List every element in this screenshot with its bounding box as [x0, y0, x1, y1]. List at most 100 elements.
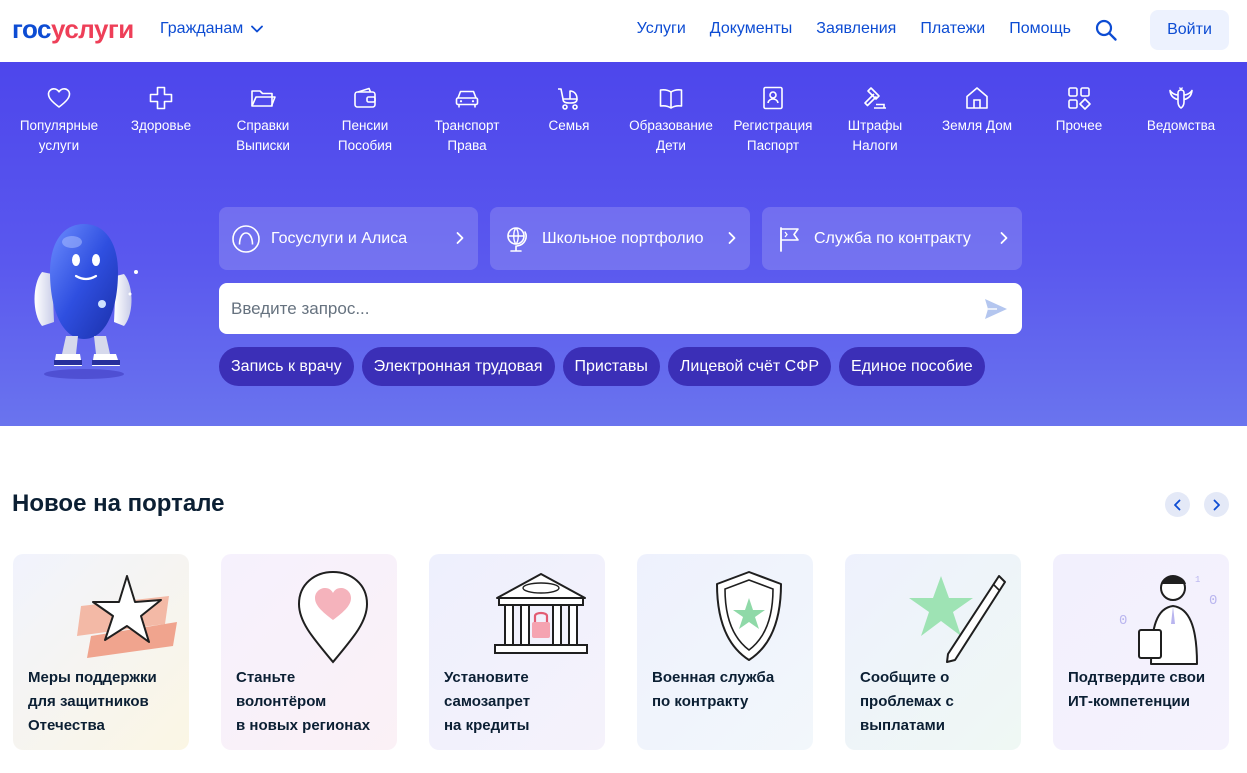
search-input[interactable] [231, 283, 971, 334]
news-card-text: Военная служба по контракту [652, 669, 775, 710]
robot-mascot-illustration [34, 224, 138, 379]
quick-link-alice[interactable]: Госуслуги и Алиса [219, 207, 478, 270]
category-label: Регистрация Паспорт [733, 118, 813, 153]
chevron-right-icon [1213, 499, 1220, 510]
category-label: Транспорт Права [434, 118, 500, 153]
category-registration[interactable]: Регистрация Паспорт [722, 84, 824, 156]
star-ribbon-icon [77, 575, 177, 658]
heart-icon [45, 84, 73, 112]
chip-doctor-appointment[interactable]: Запись к врачу [219, 347, 354, 386]
category-label: Образование Дети [629, 118, 713, 153]
nav-services[interactable]: Услуги [637, 20, 686, 38]
nav-documents[interactable]: Документы [710, 20, 792, 38]
wallet-icon [351, 84, 379, 112]
house-icon [963, 84, 991, 112]
news-card-text: Меры поддержки для защитников Отечества [28, 669, 157, 734]
it-specialist-icon: 0 0 1 [1119, 575, 1217, 665]
nav-applications[interactable]: Заявления [816, 20, 896, 38]
news-card-text: Установите самозапрет на кредиты [444, 669, 531, 734]
category-label: Прочее [1055, 118, 1103, 133]
top-nav: Услуги Документы Заявления Платежи Помощ… [637, 20, 1071, 38]
quick-link-label: Школьное портфолио [542, 229, 704, 247]
category-bar: Популярные услуги Здоровье Справки Выпис… [8, 84, 1238, 156]
grid-icon [1065, 84, 1093, 112]
popular-requests: Запись к врачу Электронная трудовая Прис… [219, 347, 985, 386]
news-card-military-contract[interactable]: Военная служба по контракту [637, 554, 813, 750]
shield-star-icon [716, 571, 782, 661]
news-card-defenders-support[interactable]: Меры поддержки для защитников Отечества [13, 554, 189, 750]
car-icon [453, 84, 481, 112]
chevron-right-icon [1000, 232, 1008, 244]
news-card-payment-problems[interactable]: Сообщите о проблемах с выплатами [845, 554, 1021, 750]
svg-text:0: 0 [1209, 593, 1217, 609]
quick-link-contract-service[interactable]: Служба по контракту [762, 207, 1022, 270]
passport-icon [759, 84, 787, 112]
category-label: Популярные услуги [19, 118, 99, 153]
chevron-right-icon [728, 232, 736, 244]
category-certificates[interactable]: Справки Выписки [212, 84, 314, 156]
nav-payments[interactable]: Платежи [920, 20, 985, 38]
nav-help[interactable]: Помощь [1009, 20, 1071, 38]
heart-pin-icon [297, 570, 369, 664]
audience-label: Гражданам [160, 20, 244, 37]
gavel-icon [861, 84, 889, 112]
category-label: Справки Выписки [236, 118, 290, 153]
news-card-credit-ban[interactable]: Установите самозапрет на кредиты [429, 554, 605, 750]
quick-link-label: Госуслуги и Алиса [271, 229, 408, 247]
carousel-prev-button[interactable] [1165, 492, 1190, 517]
category-label: Пенсии Пособия [337, 118, 393, 153]
category-popular[interactable]: Популярные услуги [8, 84, 110, 156]
chip-electronic-workbook[interactable]: Электронная трудовая [361, 347, 555, 386]
search-icon[interactable] [1094, 18, 1118, 42]
category-label: Земля Дом [942, 118, 1012, 133]
category-fines[interactable]: Штрафы Налоги [824, 84, 926, 156]
category-agencies[interactable]: Ведомства [1130, 84, 1232, 156]
category-family[interactable]: Семья [518, 84, 620, 156]
news-card-text: Подтвердите свои ИТ-компетенции [1068, 669, 1206, 710]
search-box [219, 283, 1022, 334]
category-label: Здоровье [130, 118, 192, 133]
bank-lock-icon [494, 573, 588, 654]
alice-icon [231, 224, 261, 254]
medical-cross-icon [147, 84, 175, 112]
category-label: Ведомства [1146, 118, 1216, 133]
hero-banner: Популярные услуги Здоровье Справки Выпис… [0, 62, 1247, 426]
category-education[interactable]: Образование Дети [620, 84, 722, 156]
logo-part-2: услуги [51, 14, 134, 44]
chevron-right-icon [456, 232, 464, 244]
chevron-left-icon [1174, 499, 1181, 510]
eagle-icon [1167, 84, 1195, 112]
category-land-house[interactable]: Земля Дом [926, 84, 1028, 156]
login-button[interactable]: Войти [1150, 10, 1229, 50]
stroller-icon [555, 84, 583, 112]
header: госуслуги Гражданам Услуги Документы Зая… [0, 0, 1247, 62]
chevron-down-icon [251, 25, 264, 33]
category-other[interactable]: Прочее [1028, 84, 1130, 156]
news-card-volunteer[interactable]: Станьте волонтёром в новых регионах [221, 554, 397, 750]
category-transport[interactable]: Транспорт Права [416, 84, 518, 156]
svg-text:1: 1 [1195, 575, 1200, 585]
audience-selector[interactable]: Гражданам [160, 20, 264, 38]
send-icon[interactable] [983, 296, 1009, 322]
news-card-it-competence[interactable]: 0 0 1 Подтвердите свои ИТ-компетенции [1053, 554, 1229, 750]
chip-unified-allowance[interactable]: Единое пособие [839, 347, 985, 386]
quick-link-school-portfolio[interactable]: Школьное портфолио [490, 207, 750, 270]
section-title: Новое на портале [12, 490, 225, 517]
carousel-next-button[interactable] [1204, 492, 1229, 517]
chip-bailiffs[interactable]: Приставы [562, 347, 660, 386]
category-pensions[interactable]: Пенсии Пособия [314, 84, 416, 156]
category-label: Штрафы Налоги [847, 118, 903, 153]
folder-icon [249, 84, 277, 112]
news-card-text: Сообщите о проблемах с выплатами [860, 669, 954, 734]
logo-part-1: гос [12, 14, 52, 44]
star-pen-icon [909, 575, 1006, 663]
category-label: Семья [548, 118, 590, 133]
news-carousel: Меры поддержки для защитников Отечества … [13, 554, 1229, 750]
chip-sfr-account[interactable]: Лицевой счёт СФР [667, 347, 832, 386]
gosuslugi-logo[interactable]: госуслуги [12, 14, 134, 44]
news-card-text: Станьте волонтёром в новых регионах [236, 669, 371, 734]
book-icon [657, 84, 685, 112]
globe-icon [502, 224, 532, 254]
flag-icon [774, 224, 804, 254]
category-health[interactable]: Здоровье [110, 84, 212, 156]
